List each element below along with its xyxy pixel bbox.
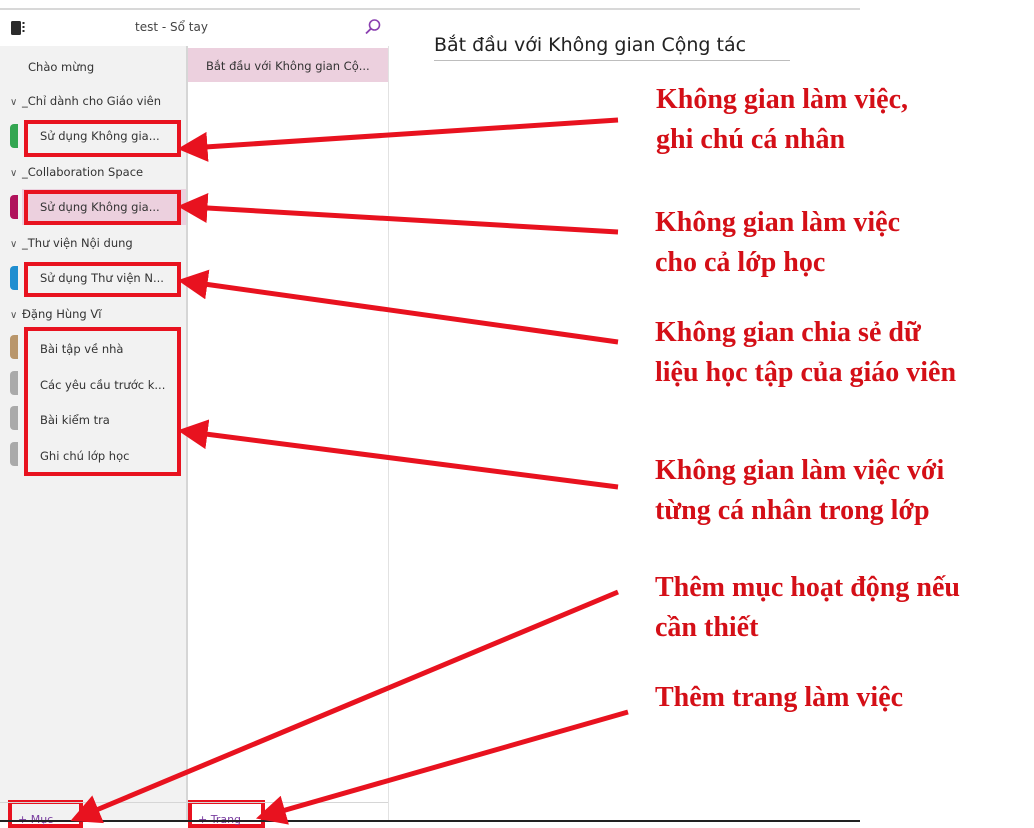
- annotation-line: Thêm mục hoạt động nếu: [655, 572, 960, 603]
- highlight-box-student-sections: [24, 327, 181, 476]
- section-pane-footer-divider: [0, 802, 186, 803]
- section-color-tab: [10, 442, 18, 466]
- annotation-add-section: Thêm mục hoạt động nếu cần thiết: [655, 568, 960, 648]
- annotation-student-workspace: Không gian làm việc với từng cá nhân tro…: [655, 451, 944, 531]
- section-welcome[interactable]: Chào mừng: [28, 60, 94, 74]
- top-border: [0, 8, 860, 10]
- page-item[interactable]: Bắt đầu với Không gian Cộ...: [206, 59, 370, 73]
- annotation-line: Không gian chia sẻ dữ: [655, 317, 921, 348]
- section-color-tab: [10, 406, 18, 430]
- annotation-add-page: Thêm trang làm việc: [655, 678, 903, 718]
- section-group-student[interactable]: ∨ Đặng Hùng Vĩ: [10, 307, 101, 321]
- page-pane: [188, 46, 388, 820]
- section-color-tab: [10, 266, 18, 290]
- section-group-content-library[interactable]: ∨ _Thư viện Nội dung: [10, 236, 133, 250]
- notebook-title[interactable]: test - Sổ tay: [135, 20, 208, 34]
- annotation-line: liệu học tập của giáo viên: [655, 357, 957, 388]
- annotation-line: Thêm trang làm việc: [655, 682, 904, 713]
- annotation-personal-workspace: Không gian làm việc, ghi chú cá nhân: [656, 80, 908, 160]
- annotation-line: Không gian làm việc với: [655, 455, 945, 486]
- annotation-class-workspace: Không gian làm việc cho cả lớp học: [655, 203, 900, 283]
- annotation-line: từng cá nhân trong lớp: [655, 495, 930, 526]
- highlight-box-teacher-only: [24, 120, 181, 157]
- annotation-line: ghi chú cá nhân: [656, 124, 846, 155]
- section-color-tab: [10, 124, 18, 148]
- section-group-label: _Collaboration Space: [22, 165, 144, 179]
- section-group-label: Đặng Hùng Vĩ: [22, 307, 102, 321]
- page-title[interactable]: Bắt đầu với Không gian Cộng tác: [434, 34, 746, 56]
- notebook-icon[interactable]: [10, 20, 26, 36]
- section-color-tab: [10, 195, 18, 219]
- chevron-down-icon: ∨: [10, 168, 18, 179]
- search-icon[interactable]: [363, 17, 383, 37]
- annotation-content-library: Không gian chia sẻ dữ liệu học tập của g…: [655, 313, 956, 393]
- chevron-down-icon: ∨: [10, 310, 18, 321]
- section-group-label: _Thư viện Nội dung: [22, 236, 133, 250]
- section-group-collaboration[interactable]: ∨ _Collaboration Space: [10, 165, 143, 179]
- section-group-teacher-only[interactable]: ∨ _Chỉ dành cho Giáo viên: [10, 94, 161, 108]
- chevron-down-icon: ∨: [10, 97, 18, 108]
- bottom-border: [0, 820, 860, 822]
- section-group-label: _Chỉ dành cho Giáo viên: [22, 94, 162, 108]
- annotation-line: Không gian làm việc,: [656, 84, 909, 115]
- highlight-box-collaboration: [24, 190, 181, 225]
- page-pane-footer-divider: [188, 802, 388, 803]
- annotation-line: cần thiết: [655, 612, 759, 643]
- page-title-underline: [434, 60, 790, 61]
- section-color-tab: [10, 371, 18, 395]
- annotation-line: Không gian làm việc: [655, 207, 901, 238]
- annotation-line: cho cả lớp học: [655, 247, 826, 278]
- chevron-down-icon: ∨: [10, 239, 18, 250]
- page-pane-divider: [388, 46, 389, 820]
- highlight-box-content-library: [24, 262, 181, 297]
- section-color-tab: [10, 335, 18, 359]
